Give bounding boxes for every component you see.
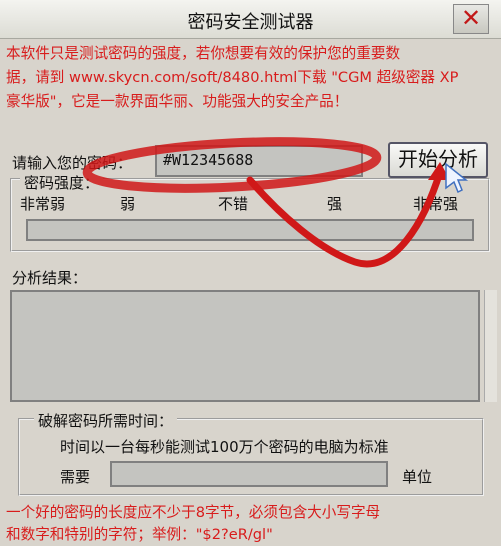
annotation-arrow bbox=[82, 137, 469, 268]
